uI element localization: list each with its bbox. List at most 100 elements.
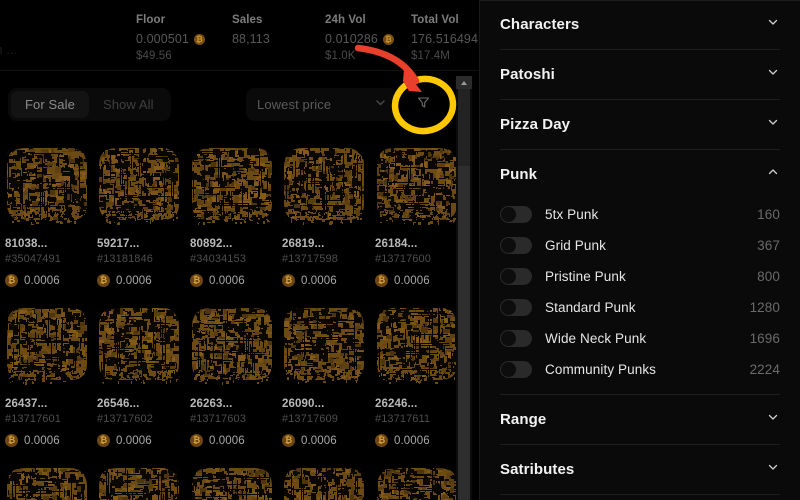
chevron-down-icon <box>374 96 387 114</box>
nft-price-row: ₿ 0.0006 <box>97 274 181 287</box>
nft-inscription-id: #13717603 <box>190 413 246 425</box>
filter-option-wide-neck-punk[interactable]: Wide Neck Punk 1696 <box>500 323 780 354</box>
nft-card[interactable]: 81038... #35047491 ₿ 0.0006 <box>5 144 89 287</box>
chevron-down-icon <box>766 65 780 84</box>
nft-price-row: ₿ 0.0006 <box>190 434 274 447</box>
nft-price: 0.0006 <box>301 434 337 447</box>
nft-artwork <box>5 144 89 228</box>
btc-icon: ₿ <box>5 434 18 447</box>
stat-value-row: 176.516494 <box>411 32 478 46</box>
nft-card[interactable] <box>190 464 274 500</box>
nft-price-row: ₿ 0.0006 <box>97 434 181 447</box>
sidebar-section-title: Patoshi <box>500 66 555 83</box>
btc-icon: ₿ <box>5 274 18 287</box>
nft-title: 59217... <box>97 238 140 250</box>
nft-card[interactable]: 26263... #13717603 ₿ 0.0006 <box>190 304 274 447</box>
filters-sidebar: Characters Patoshi Pizza Day Punk 5tx Punk 16… <box>480 0 800 500</box>
nft-title: 26246... <box>375 398 418 410</box>
nft-title: 26090... <box>282 398 325 410</box>
segment-button-for-sale[interactable]: For Sale <box>11 91 89 118</box>
nft-card[interactable]: 26819... #13717598 ₿ 0.0006 <box>282 144 366 287</box>
filter-option-pristine-punk[interactable]: Pristine Punk 800 <box>500 261 780 292</box>
nft-artwork <box>190 464 274 500</box>
toggle-switch[interactable] <box>500 330 532 347</box>
nft-card[interactable]: 26090... #13717609 ₿ 0.0006 <box>282 304 366 447</box>
nft-card[interactable]: 59217... #13181846 ₿ 0.0006 <box>97 144 181 287</box>
filter-option-count: 800 <box>757 269 780 284</box>
btc-icon: ₿ <box>375 274 388 287</box>
btc-icon: ₿ <box>190 434 203 447</box>
nft-card[interactable] <box>282 464 366 500</box>
toggle-switch[interactable] <box>500 361 532 378</box>
nft-artwork <box>5 304 89 388</box>
stat-value: 0.010286 <box>325 32 378 46</box>
nft-inscription-id: #35047491 <box>5 253 61 265</box>
sidebar-section-patoshi[interactable]: Patoshi <box>500 50 780 99</box>
filter-option-standard-punk[interactable]: Standard Punk 1280 <box>500 292 780 323</box>
nft-artwork <box>375 304 456 388</box>
chevron-down-icon <box>766 15 780 34</box>
sidebar-section-title: Range <box>500 411 547 428</box>
nft-card[interactable] <box>375 464 456 500</box>
filter-option-grid-punk[interactable]: Grid Punk 367 <box>500 230 780 261</box>
nft-artwork <box>97 464 181 500</box>
nft-price-row: ₿ 0.0006 <box>5 274 89 287</box>
nft-card[interactable]: 26246... #13717611 ₿ 0.0006 <box>375 304 456 447</box>
filter-button[interactable] <box>408 90 438 120</box>
filter-funnel-icon <box>416 95 431 115</box>
stat-value-row: 0.000501 ₿ <box>136 32 205 46</box>
nft-artwork <box>5 464 89 500</box>
toggle-switch[interactable] <box>500 299 532 316</box>
sidebar-section-title: Pizza Day <box>500 116 571 133</box>
nft-title: 81038... <box>5 238 48 250</box>
sale-filter-segmented-control[interactable]: For Sale Show All <box>8 88 171 121</box>
toggle-switch[interactable] <box>500 237 532 254</box>
filter-option-count: 160 <box>757 207 780 222</box>
stat-value: 176.516494 <box>411 32 479 46</box>
stat-column: Total Vol 176.516494 $17.4M <box>411 14 478 62</box>
sidebar-section-pizza-day[interactable]: Pizza Day <box>500 100 780 149</box>
scroll-up-arrow-icon[interactable] <box>456 76 472 89</box>
main-scrollbar[interactable] <box>456 76 472 500</box>
chevron-up-icon <box>766 165 780 184</box>
sidebar-section-range[interactable]: Range <box>500 395 780 444</box>
nft-card[interactable]: 26184... #13717600 ₿ 0.0006 <box>375 144 456 287</box>
toggle-switch[interactable] <box>500 206 532 223</box>
filter-option-count: 2224 <box>749 362 780 377</box>
btc-icon: ₿ <box>193 33 205 45</box>
filter-option-community-punks[interactable]: Community Punks 2224 <box>500 354 780 385</box>
nft-card[interactable] <box>5 464 89 500</box>
nft-card-grid: 81038... #35047491 ₿ 0.0006 59217... #1318184… <box>0 134 456 500</box>
segment-button-show-all[interactable]: Show All <box>89 91 168 118</box>
toggle-switch[interactable] <box>500 268 532 285</box>
stat-value-row: 0.010286 ₿ <box>325 32 394 46</box>
chevron-down-icon <box>766 410 780 429</box>
stat-value-row: 88,113 <box>232 32 270 46</box>
nft-artwork <box>282 304 366 388</box>
toggle-knob <box>501 300 516 315</box>
sidebar-section-characters[interactable]: Characters <box>500 0 780 49</box>
sort-dropdown[interactable]: Lowest price <box>246 88 398 121</box>
nft-inscription-id: #13717609 <box>282 413 338 425</box>
sidebar-section-punk[interactable]: Punk <box>500 150 780 199</box>
btc-icon: ₿ <box>375 434 388 447</box>
nft-artwork <box>375 464 456 500</box>
sidebar-section-satributes[interactable]: Satributes <box>500 445 780 494</box>
sort-dropdown-label: Lowest price <box>257 97 332 112</box>
nft-card[interactable]: 80892... #34034153 ₿ 0.0006 <box>190 144 274 287</box>
btc-icon: ₿ <box>97 434 110 447</box>
nft-card[interactable]: 26437... #13717601 ₿ 0.0006 <box>5 304 89 447</box>
nft-title: 26546... <box>97 398 140 410</box>
nft-artwork <box>97 144 181 228</box>
scrollbar-thumb[interactable] <box>458 89 470 166</box>
nft-card[interactable]: 26546... #13717602 ₿ 0.0006 <box>97 304 181 447</box>
nft-price: 0.0006 <box>301 274 337 287</box>
stat-value: 0.000501 <box>136 32 189 46</box>
nft-card[interactable] <box>97 464 181 500</box>
nft-artwork <box>97 304 181 388</box>
chevron-down-icon <box>766 115 780 134</box>
nft-inscription-id: #13717611 <box>375 413 431 425</box>
filter-option-label: Grid Punk <box>545 238 606 253</box>
stat-label: 24h Vol <box>325 14 366 26</box>
filter-option-5tx-punk[interactable]: 5tx Punk 160 <box>500 199 780 230</box>
